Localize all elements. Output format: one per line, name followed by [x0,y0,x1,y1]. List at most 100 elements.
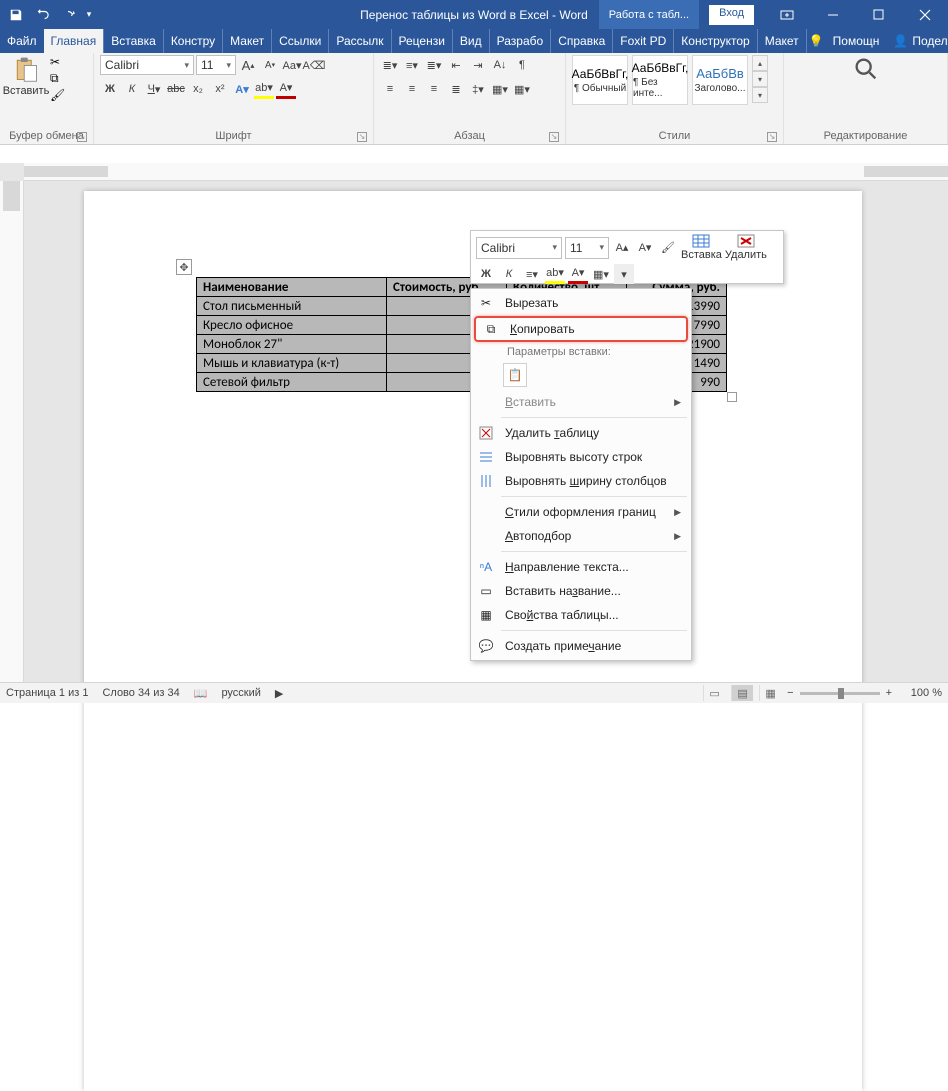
close-icon[interactable] [902,0,948,29]
tab-developer[interactable]: Разрабо [489,29,551,53]
horizontal-ruler[interactable] [24,163,948,181]
tab-home[interactable]: Главная [44,29,104,53]
status-proofing-icon[interactable]: 📖 [194,687,208,700]
ctx-distribute-rows[interactable]: Выровнять высоту строк [471,445,691,469]
save-icon[interactable] [4,3,28,27]
paste-keep-source-icon[interactable]: 📋 [503,363,527,387]
ctx-table-properties[interactable]: ▦Свойства таблицы... [471,603,691,627]
ctx-distribute-cols[interactable]: Выровнять ширину столбцов [471,469,691,493]
mini-borders-icon[interactable]: ▦▾ [591,264,611,284]
ctx-border-styles[interactable]: Стили оформления границ▶ [471,500,691,524]
mini-font-combo[interactable]: Calibri▾ [476,237,562,259]
styles-gallery-more[interactable]: ▴▾▾ [752,55,768,103]
redo-icon[interactable] [56,3,80,27]
sort-icon[interactable]: A↓ [490,55,510,75]
vertical-ruler[interactable] [0,181,24,682]
font-color-icon[interactable]: A▾ [276,79,296,99]
maximize-icon[interactable] [856,0,902,29]
italic-icon[interactable]: К [122,79,142,99]
superscript-icon[interactable]: x² [210,79,230,99]
tab-assist[interactable]: Помощн [826,29,887,53]
status-words[interactable]: Слово 34 из 34 [102,687,179,699]
view-read-icon[interactable]: ▭ [703,685,725,701]
ctx-text-direction[interactable]: ⁿAНаправление текста... [471,555,691,579]
sign-in-button[interactable]: Вход [709,5,754,25]
style-no-spacing[interactable]: АаБбВвГг,¶ Без инте... [632,55,688,105]
align-right-icon[interactable]: ≡ [424,79,444,99]
multilevel-icon[interactable]: ≣▾ [424,55,444,75]
mini-shrink-font-icon[interactable]: A▾ [635,238,655,258]
align-left-icon[interactable]: ≡ [380,79,400,99]
styles-dialog-icon[interactable]: ↘ [767,132,777,142]
grow-font-icon[interactable]: A▴ [238,55,258,75]
view-print-icon[interactable]: ▤ [731,685,753,701]
text-effects-icon[interactable]: A▾ [232,79,252,99]
mini-size-combo[interactable]: 11▾ [565,237,609,259]
mini-bold-icon[interactable]: Ж [476,264,496,284]
bold-icon[interactable]: Ж [100,79,120,99]
tab-references[interactable]: Ссылки [271,29,328,53]
status-language[interactable]: русский [221,687,260,699]
tell-me-icon[interactable]: 💡 [806,29,826,53]
clear-format-icon[interactable]: A⌫ [304,55,324,75]
ctx-delete-table[interactable]: Удалить таблицу [471,421,691,445]
col-name[interactable]: Наименование [197,278,387,297]
ctx-cut[interactable]: ✂Вырезать [471,291,691,315]
zoom-level[interactable]: 100 % [898,687,942,699]
paragraph-dialog-icon[interactable]: ↘ [549,132,559,142]
mini-format-painter-icon[interactable]: 🖌 [658,238,678,258]
ctx-insert-caption[interactable]: ▭Вставить название... [471,579,691,603]
mini-highlight-icon[interactable]: ab▾ [545,264,565,284]
status-macro-icon[interactable]: ▶ [275,687,283,700]
font-dialog-icon[interactable]: ↘ [357,132,367,142]
mini-align-icon[interactable]: ≡▾ [522,264,542,284]
cut-icon[interactable]: ✂ [50,55,65,69]
ribbon-display-icon[interactable] [764,0,810,29]
mini-grow-font-icon[interactable]: A▴ [612,238,632,258]
qat-dropdown-icon[interactable]: ▾ [82,3,96,27]
zoom-slider[interactable] [800,692,880,695]
undo-icon[interactable] [30,3,54,27]
view-web-icon[interactable]: ▦ [759,685,781,701]
zoom-in-icon[interactable]: + [886,687,892,699]
borders-icon[interactable]: ▦▾ [512,79,532,99]
bullets-icon[interactable]: ≣▾ [380,55,400,75]
table-resize-handle-icon[interactable] [727,392,737,402]
ctx-paste[interactable]: Вставить▶ [471,390,691,414]
minimize-icon[interactable] [810,0,856,29]
tab-mailings[interactable]: Рассылк [328,29,390,53]
highlight-icon[interactable]: ab▾ [254,79,274,99]
style-heading1[interactable]: АаБбВвЗаголово... [692,55,748,105]
tab-insert[interactable]: Вставка [103,29,163,53]
dec-indent-icon[interactable]: ⇤ [446,55,466,75]
tab-file[interactable]: Файл [0,29,44,53]
tab-layout[interactable]: Макет [222,29,271,53]
mini-shading-icon[interactable]: ▾ [614,264,634,284]
clipboard-dialog-icon[interactable]: ↘ [77,132,87,142]
tab-table-design[interactable]: Конструктор [673,29,756,53]
paste-button[interactable]: Вставить [6,55,46,97]
font-name-combo[interactable]: Calibri▾ [100,55,194,75]
change-case-icon[interactable]: Aa▾ [282,55,302,75]
subscript-icon[interactable]: x₂ [188,79,208,99]
table-move-handle-icon[interactable]: ✥ [176,259,192,275]
copy-icon[interactable]: ⧉ [50,71,65,86]
mini-italic-icon[interactable]: К [499,264,519,284]
font-size-combo[interactable]: 11▾ [196,55,236,75]
ctx-new-comment[interactable]: 💬Создать примечание [471,634,691,658]
share-button[interactable]: 👤Поделиться [886,34,948,48]
mini-font-color-icon[interactable]: A▾ [568,264,588,284]
mini-delete-button[interactable]: Удалить [725,234,767,261]
numbering-icon[interactable]: ≡▾ [402,55,422,75]
tab-table-layout[interactable]: Макет [757,29,806,53]
tab-help[interactable]: Справка [550,29,612,53]
inc-indent-icon[interactable]: ⇥ [468,55,488,75]
justify-icon[interactable]: ≣ [446,79,466,99]
show-marks-icon[interactable]: ¶ [512,55,532,75]
ctx-autofit[interactable]: Автоподбор▶ [471,524,691,548]
tab-design[interactable]: Констру [163,29,222,53]
mini-insert-button[interactable]: Вставка [681,234,722,261]
shrink-font-icon[interactable]: A▾ [260,55,280,75]
find-button[interactable] [852,55,880,83]
tab-view[interactable]: Вид [452,29,489,53]
